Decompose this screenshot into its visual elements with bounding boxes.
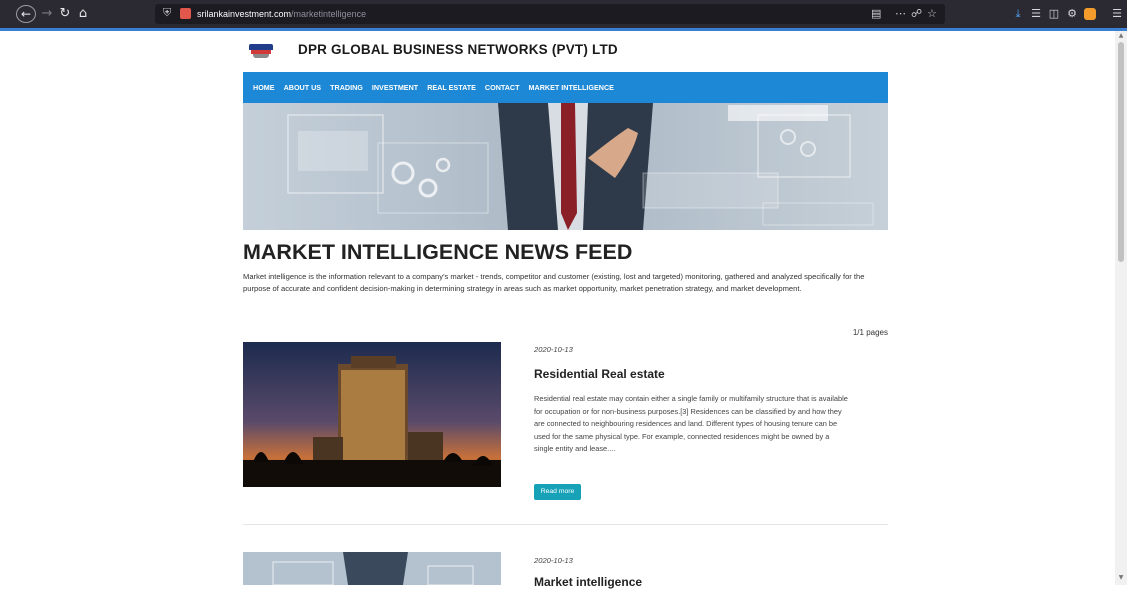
sidebar-icon[interactable]: ◫ bbox=[1047, 6, 1061, 22]
url-path: /marketintelligence bbox=[291, 9, 367, 19]
logo-part bbox=[253, 54, 269, 58]
nav-item-investment[interactable]: INVESTMENT bbox=[372, 83, 418, 92]
bookmark-star-icon[interactable]: ☆ bbox=[927, 4, 937, 24]
post-divider bbox=[243, 524, 888, 525]
site-identity-icon[interactable] bbox=[180, 8, 191, 19]
hero-banner-image bbox=[243, 103, 888, 230]
post-thumbnail-illustration bbox=[243, 342, 501, 487]
pagination-indicator: 1/1 pages bbox=[852, 328, 888, 337]
site-title[interactable]: DPR GLOBAL BUSINESS NETWORKS (PVT) LTD bbox=[298, 42, 618, 57]
post-thumbnail[interactable] bbox=[243, 552, 501, 585]
menu-icon[interactable]: ☰ bbox=[1110, 6, 1124, 22]
page-title: MARKET INTELLIGENCE NEWS FEED bbox=[243, 240, 633, 264]
post-title[interactable]: Market intelligence bbox=[534, 575, 642, 589]
nav-item-about-us[interactable]: ABOUT US bbox=[284, 83, 322, 92]
nav-item-contact[interactable]: CONTACT bbox=[485, 83, 520, 92]
reader-view-icon[interactable]: ▤ bbox=[871, 4, 881, 24]
post-date: 2020-10-13 bbox=[534, 556, 573, 565]
shield-icon[interactable]: ⛨ bbox=[163, 6, 175, 20]
nav-item-real-estate[interactable]: REAL ESTATE bbox=[427, 83, 476, 92]
download-icon[interactable]: ⤓ bbox=[1011, 6, 1025, 22]
nav-item-home[interactable]: HOME bbox=[253, 83, 275, 92]
post-title[interactable]: Residential Real estate bbox=[534, 367, 665, 381]
pocket-icon[interactable]: ☍ bbox=[911, 4, 922, 24]
hero-illustration bbox=[243, 103, 888, 230]
scroll-down-icon[interactable]: ▼ bbox=[1117, 574, 1125, 582]
toolbar-accent-line bbox=[0, 28, 1127, 31]
intro-paragraph: Market intelligence is the information r… bbox=[243, 272, 865, 294]
forward-arrow-icon[interactable]: → bbox=[40, 5, 54, 23]
scrollbar-thumb[interactable] bbox=[1118, 42, 1124, 262]
nav-item-market-intelligence[interactable]: MARKET INTELLIGENCE bbox=[529, 83, 614, 92]
address-bar[interactable]: ⛨ srilankainvestment.com/marketintellige… bbox=[155, 4, 945, 24]
browser-toolbar: ← → ↻ ⌂ ⛨ srilankainvestment.com/marketi… bbox=[0, 0, 1127, 28]
extension-badge-icon[interactable] bbox=[1084, 8, 1096, 20]
read-more-button[interactable]: Read more bbox=[534, 484, 581, 500]
url-domain: srilankainvestment.com bbox=[197, 9, 292, 19]
url-text[interactable]: srilankainvestment.com/marketintelligenc… bbox=[197, 4, 366, 24]
post-thumbnail-illustration bbox=[243, 552, 501, 585]
reload-icon[interactable]: ↻ bbox=[58, 5, 72, 23]
nav-item-trading[interactable]: TRADING bbox=[330, 83, 363, 92]
page-actions-icon[interactable]: ⋯ bbox=[895, 4, 907, 24]
post-excerpt: Residential real estate may contain eith… bbox=[534, 394, 848, 454]
company-logo[interactable] bbox=[249, 44, 273, 60]
back-arrow-icon[interactable]: ← bbox=[16, 5, 36, 23]
post-date: 2020-10-13 bbox=[534, 345, 573, 354]
home-icon[interactable]: ⌂ bbox=[76, 5, 90, 23]
scroll-up-icon[interactable]: ▲ bbox=[1117, 32, 1125, 40]
extension-icon[interactable]: ⚙ bbox=[1065, 6, 1079, 22]
library-icon[interactable]: ☰ bbox=[1029, 6, 1043, 22]
main-navigation: HOME ABOUT US TRADING INVESTMENT REAL ES… bbox=[243, 72, 888, 103]
post-thumbnail[interactable] bbox=[243, 342, 501, 487]
